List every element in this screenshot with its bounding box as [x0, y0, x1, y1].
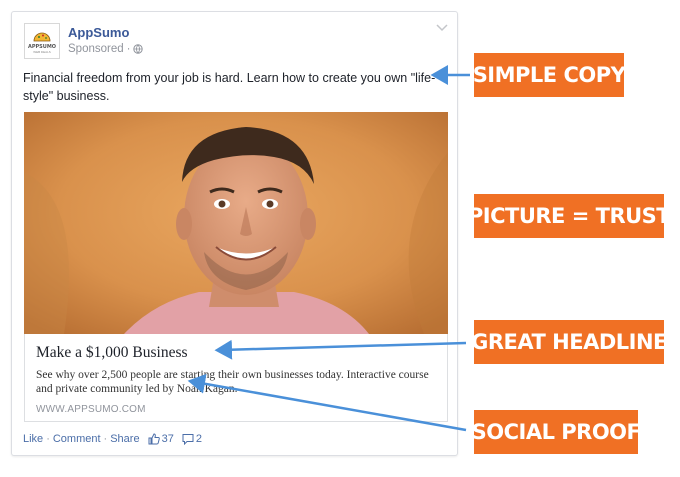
arrow-great-headline: [214, 339, 467, 360]
annotation-picture-trust: PICTURE = TRUST: [468, 194, 671, 238]
annotation-great-headline: GREAT HEADLINE: [471, 320, 667, 364]
annotation-social-proof: SOCIAL PROOF: [472, 410, 641, 454]
arrow-social-proof: [187, 373, 467, 432]
annotation-simple-copy: SIMPLE COPY: [473, 53, 626, 97]
